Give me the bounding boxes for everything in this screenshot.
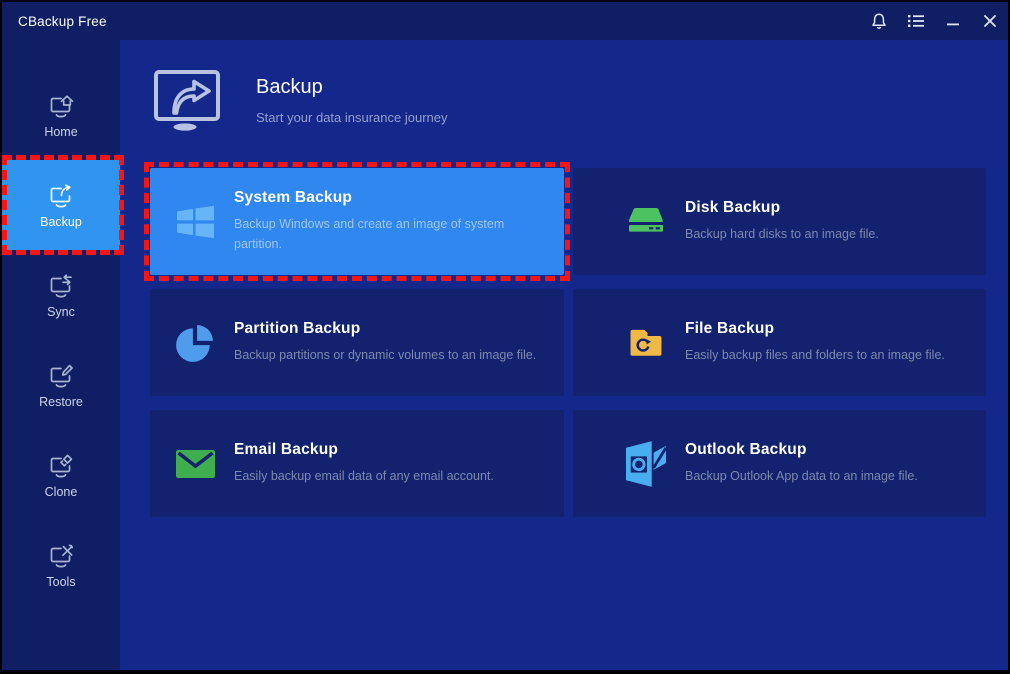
app-window: CBackup Free [0,0,1010,674]
backup-cards-grid: System Backup Backup Windows and create … [150,168,1008,517]
sidebar-item-backup[interactable]: Backup [2,160,120,250]
card-title: System Backup [234,189,536,207]
monitor-sync-icon [48,272,74,299]
close-button[interactable] [971,2,1008,40]
sidebar-item-clone[interactable]: Clone [2,430,120,520]
card-text: Email Backup Easily backup email data of… [234,441,504,486]
sidebar: Home Backup [2,40,120,670]
card-outlook-backup[interactable]: Outlook Backup Backup Outlook App data t… [573,410,986,517]
sidebar-item-restore[interactable]: Restore [2,340,120,430]
monitor-backup-arrow-icon [150,68,224,132]
card-text: Disk Backup Backup hard disks to an imag… [685,199,889,244]
window-title: CBackup Free [2,14,107,29]
minimize-icon [946,14,960,28]
card-title: Partition Backup [234,320,536,338]
sidebar-item-label: Restore [39,395,83,409]
sidebar-item-home[interactable]: Home [2,70,120,160]
card-description: Easily backup files and folders to an im… [685,346,945,365]
card-description: Backup partitions or dynamic volumes to … [234,346,536,365]
page-header-text: Backup Start your data insurance journey [256,76,448,125]
monitor-clone-icon [48,452,74,479]
card-system-backup[interactable]: System Backup Backup Windows and create … [150,168,564,275]
close-icon [983,14,997,28]
notifications-button[interactable] [860,2,897,40]
card-text: Outlook Backup Backup Outlook App data t… [685,441,928,486]
list-menu-icon [907,13,925,29]
windows-logo-icon [172,205,218,239]
sidebar-item-label: Home [44,125,77,139]
main-pane: Backup Start your data insurance journey [120,40,1008,670]
card-email-backup[interactable]: Email Backup Easily backup email data of… [150,410,564,517]
app-body: Home Backup [2,40,1008,670]
card-file-backup[interactable]: File Backup Easily backup files and fold… [573,289,986,396]
card-description: Backup hard disks to an image file. [685,225,879,244]
sidebar-item-tools[interactable]: Tools [2,520,120,610]
minimize-button[interactable] [934,2,971,40]
card-text: File Backup Easily backup files and fold… [685,320,955,365]
monitor-backup-arrow-icon [48,182,74,209]
sidebar-item-label: Sync [47,305,75,319]
card-description: Backup Outlook App data to an image file… [685,467,918,486]
page-header: Backup Start your data insurance journey [150,68,1008,132]
card-disk-backup[interactable]: Disk Backup Backup hard disks to an imag… [573,168,986,275]
page-subtitle: Start your data insurance journey [256,110,448,125]
sidebar-item-label: Backup [40,215,82,229]
outlook-icon [623,441,669,487]
card-text: System Backup Backup Windows and create … [234,189,546,254]
sidebar-item-label: Tools [46,575,75,589]
card-text: Partition Backup Backup partitions or dy… [234,320,546,365]
monitor-tools-icon [48,542,74,569]
page-title: Backup [256,76,448,99]
app-inner: CBackup Free [2,2,1008,670]
envelope-icon [172,450,218,478]
sidebar-item-label: Clone [45,485,78,499]
card-title: Outlook Backup [685,441,918,459]
pie-partition-icon [172,322,218,364]
card-title: Email Backup [234,441,494,459]
menu-button[interactable] [897,2,934,40]
sidebar-item-sync[interactable]: Sync [2,250,120,340]
card-partition-backup[interactable]: Partition Backup Backup partitions or dy… [150,289,564,396]
card-description: Backup Windows and create an image of sy… [234,215,536,254]
monitor-home-icon [48,92,74,119]
card-title: File Backup [685,320,945,338]
monitor-restore-icon [48,362,74,389]
card-description: Easily backup email data of any email ac… [234,467,494,486]
folder-sync-icon [623,328,669,358]
bell-icon [870,12,888,31]
titlebar: CBackup Free [2,2,1008,40]
card-title: Disk Backup [685,199,879,217]
hard-disk-icon [623,206,669,238]
